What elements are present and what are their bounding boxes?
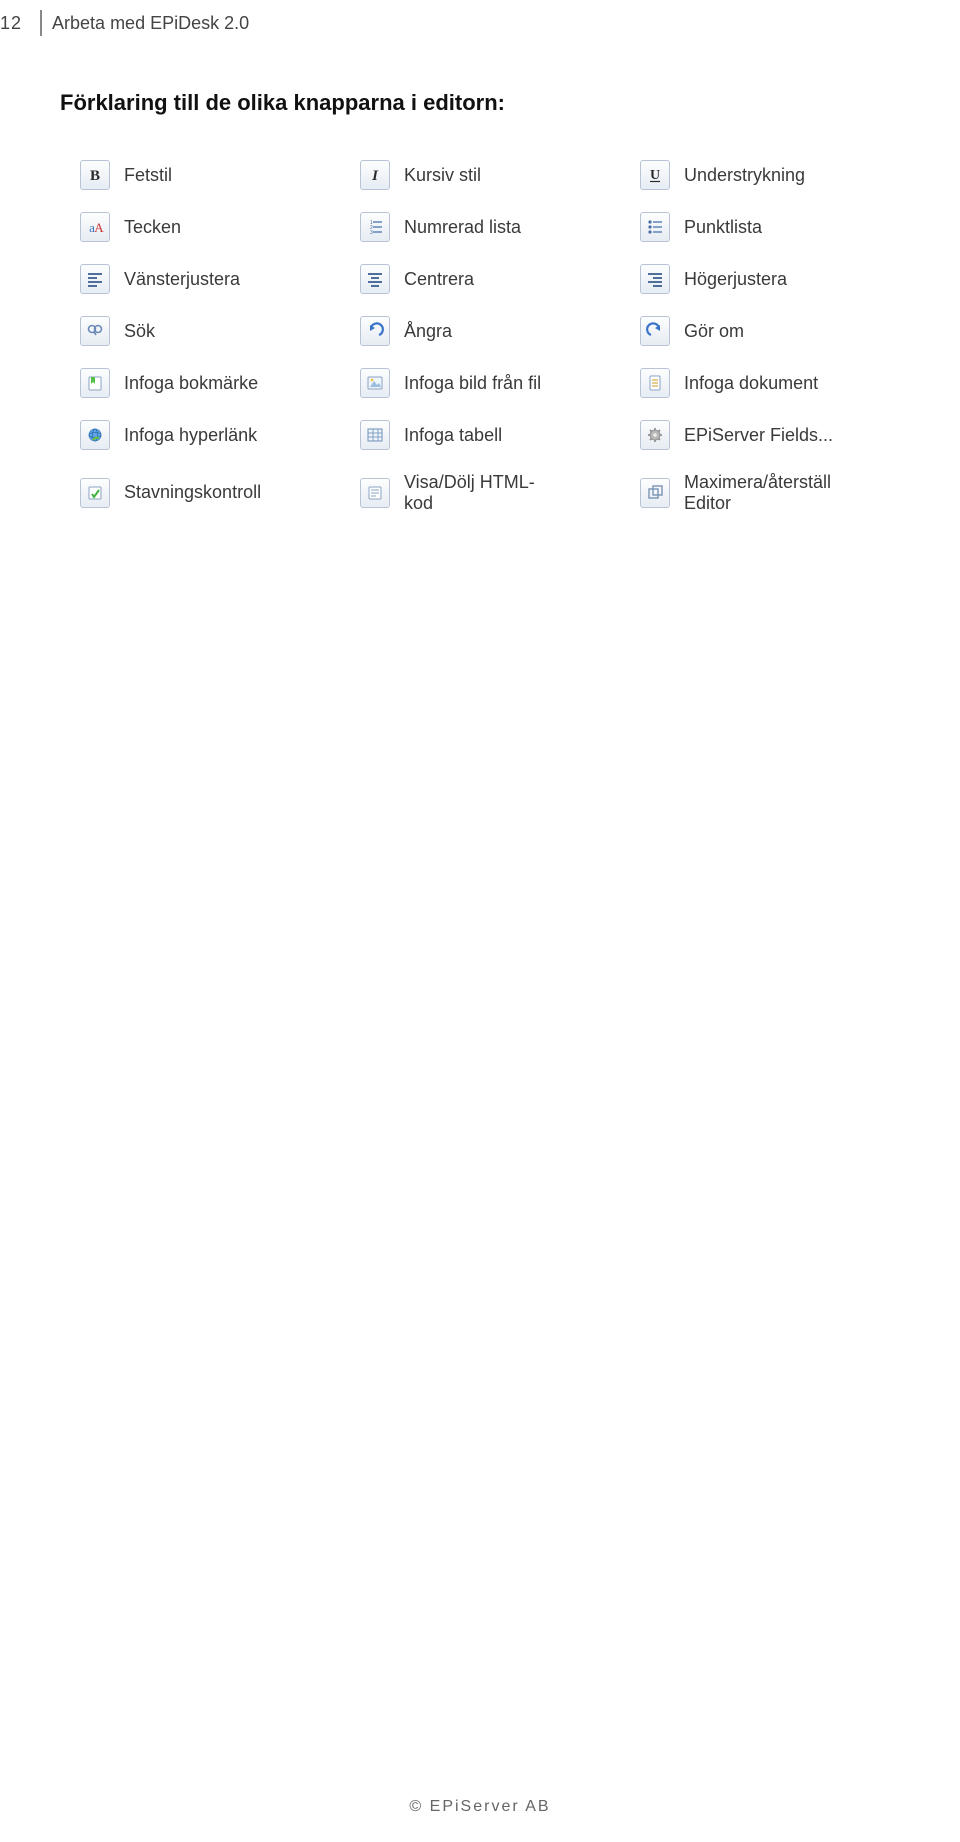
legend-cell: EPiServer Fields...	[640, 420, 920, 450]
legend-cell: Infoga bokmärke	[80, 368, 360, 398]
legend-label: Maximera/återställ Editor	[684, 472, 831, 513]
legend-label: Kursiv stil	[404, 165, 481, 186]
legend-label: Infoga dokument	[684, 373, 818, 394]
legend-cell: U Understrykning	[640, 160, 920, 190]
legend-label: Infoga bild från fil	[404, 373, 541, 394]
legend-label: Centrera	[404, 269, 474, 290]
legend-label: Sök	[124, 321, 155, 342]
legend-row: Infoga hyperlänk Infoga tabell	[80, 420, 920, 450]
legend-cell: Infoga dokument	[640, 368, 920, 398]
bullet-list-icon	[640, 212, 670, 242]
gear-icon	[640, 420, 670, 450]
page-footer: © EPiServer AB	[0, 1798, 960, 1816]
legend-cell: aA Tecken	[80, 212, 360, 242]
spellcheck-icon	[80, 478, 110, 508]
hyperlink-icon	[80, 420, 110, 450]
legend-label: Gör om	[684, 321, 744, 342]
legend-label: Fetstil	[124, 165, 172, 186]
legend-row: Sök Ångra Gör om	[80, 316, 920, 346]
html-toggle-icon	[360, 478, 390, 508]
underline-icon: U	[640, 160, 670, 190]
legend-label: Stavningskontroll	[124, 482, 261, 503]
legend-cell: B Fetstil	[80, 160, 360, 190]
svg-text:U: U	[650, 168, 660, 183]
legend-label: Tecken	[124, 217, 181, 238]
redo-icon	[640, 316, 670, 346]
legend-label: Vänsterjustera	[124, 269, 240, 290]
legend-cell: Centrera	[360, 264, 640, 294]
align-right-icon	[640, 264, 670, 294]
header-title: Arbeta med EPiDesk 2.0	[52, 13, 249, 34]
maximize-icon	[640, 478, 670, 508]
legend-cell: Infoga tabell	[360, 420, 640, 450]
legend-cell: I Kursiv stil	[360, 160, 640, 190]
bold-icon: B	[80, 160, 110, 190]
legend-cell: Infoga hyperlänk	[80, 420, 360, 450]
legend-row: Stavningskontroll Visa/Dölj HTML- kod	[80, 472, 920, 513]
legend-label: EPiServer Fields...	[684, 425, 833, 446]
legend-row: aA Tecken 1 2 3 Numrerad lista	[80, 212, 920, 242]
legend-cell: 1 2 3 Numrerad lista	[360, 212, 640, 242]
image-icon	[360, 368, 390, 398]
legend-label: Understrykning	[684, 165, 805, 186]
legend-row: B Fetstil I Kursiv stil U Understrykning	[80, 160, 920, 190]
legend-label: Numrerad lista	[404, 217, 521, 238]
legend-cell: Vänsterjustera	[80, 264, 360, 294]
legend-label: Infoga bokmärke	[124, 373, 258, 394]
legend-label: Ångra	[404, 321, 452, 342]
svg-text:B: B	[90, 168, 100, 184]
legend-cell: Maximera/återställ Editor	[640, 472, 920, 513]
legend-cell: Infoga bild från fil	[360, 368, 640, 398]
header-separator	[40, 10, 42, 36]
section-heading: Förklaring till de olika knapparna i edi…	[60, 90, 505, 116]
legend-cell: Ångra	[360, 316, 640, 346]
undo-icon	[360, 316, 390, 346]
svg-text:I: I	[371, 168, 379, 184]
legend-label: Infoga hyperlänk	[124, 425, 257, 446]
legend-cell: Stavningskontroll	[80, 478, 360, 508]
legend-cell: Högerjustera	[640, 264, 920, 294]
page-number: 12	[0, 13, 22, 34]
legend-row: Infoga bokmärke Infoga bild från fil	[80, 368, 920, 398]
legend-label: Punktlista	[684, 217, 762, 238]
svg-text:A: A	[94, 220, 104, 235]
search-icon	[80, 316, 110, 346]
legend-label: Infoga tabell	[404, 425, 502, 446]
font-icon: aA	[80, 212, 110, 242]
table-icon	[360, 420, 390, 450]
legend-cell: Gör om	[640, 316, 920, 346]
document-icon	[640, 368, 670, 398]
legend-label: Högerjustera	[684, 269, 787, 290]
legend-row: Vänsterjustera Centrera	[80, 264, 920, 294]
button-legend-grid: B Fetstil I Kursiv stil U Understrykning…	[80, 160, 920, 535]
svg-text:3: 3	[370, 230, 373, 236]
legend-cell: Sök	[80, 316, 360, 346]
italic-icon: I	[360, 160, 390, 190]
page-header: 12 Arbeta med EPiDesk 2.0	[0, 10, 249, 36]
legend-label: Visa/Dölj HTML- kod	[404, 472, 535, 513]
legend-cell: Visa/Dölj HTML- kod	[360, 472, 640, 513]
bookmark-icon	[80, 368, 110, 398]
align-left-icon	[80, 264, 110, 294]
legend-cell: Punktlista	[640, 212, 920, 242]
ordered-list-icon: 1 2 3	[360, 212, 390, 242]
align-center-icon	[360, 264, 390, 294]
